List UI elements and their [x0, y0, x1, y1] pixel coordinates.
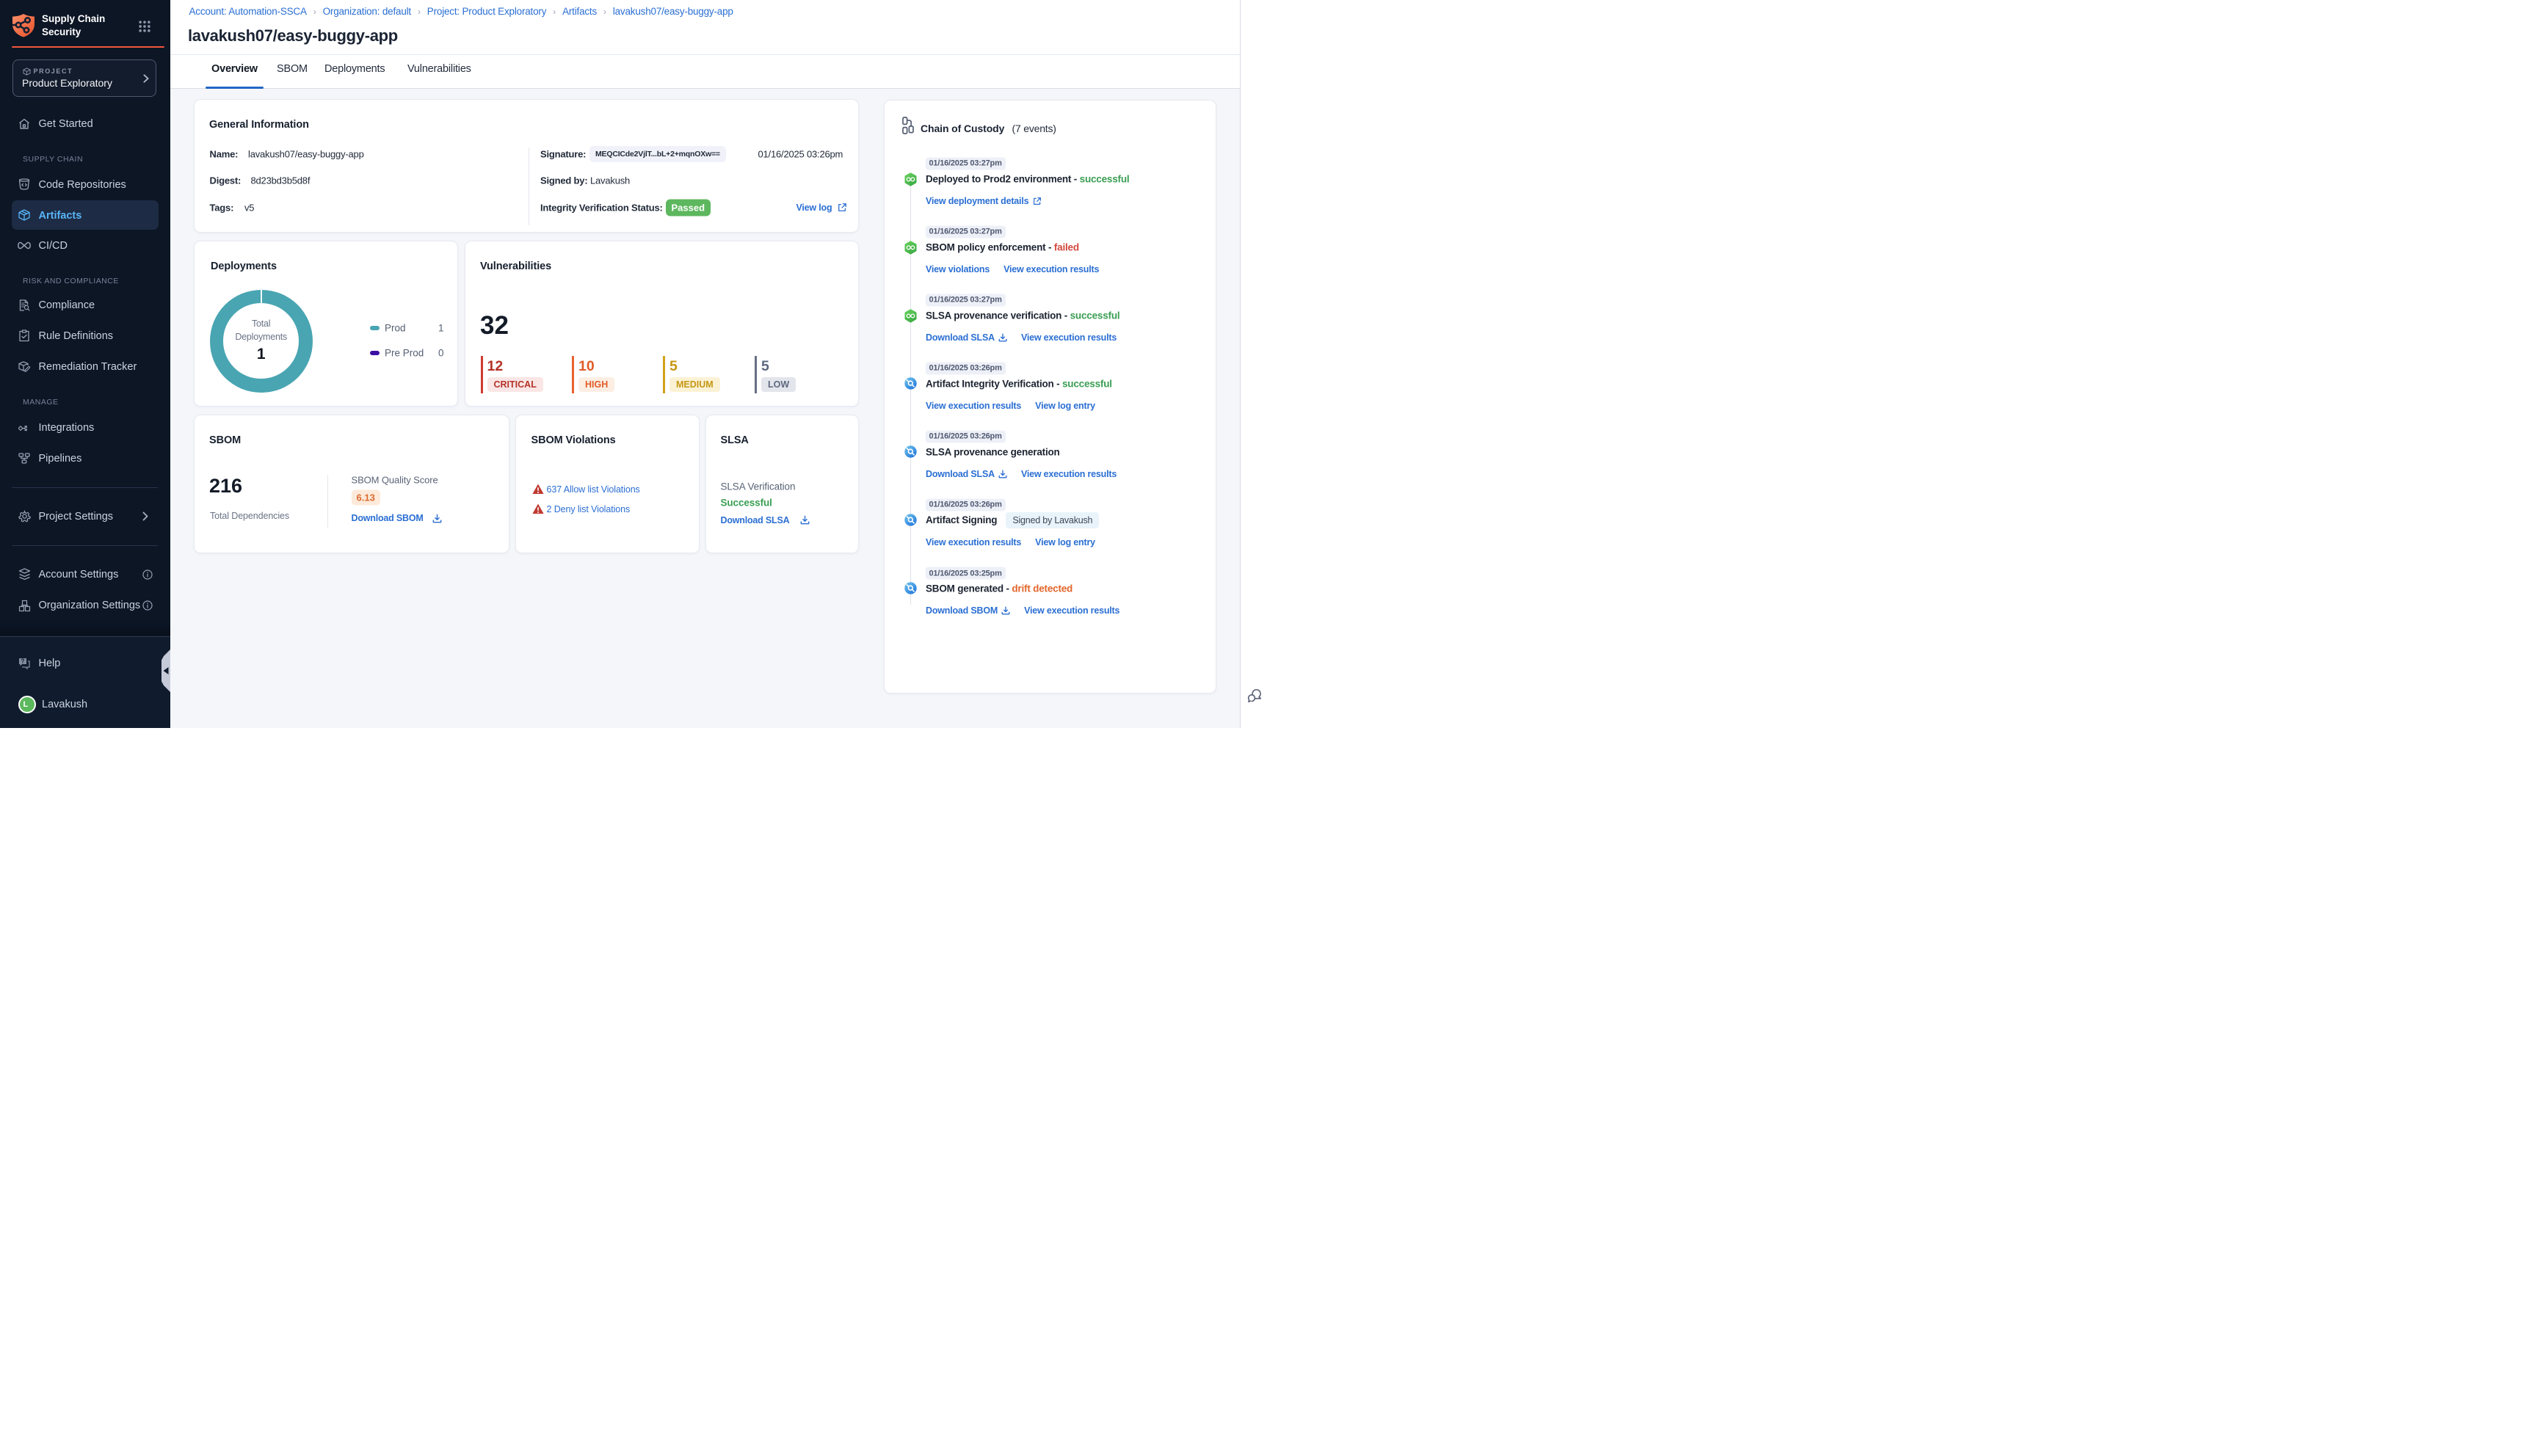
svg-text:?: ? — [21, 658, 25, 665]
